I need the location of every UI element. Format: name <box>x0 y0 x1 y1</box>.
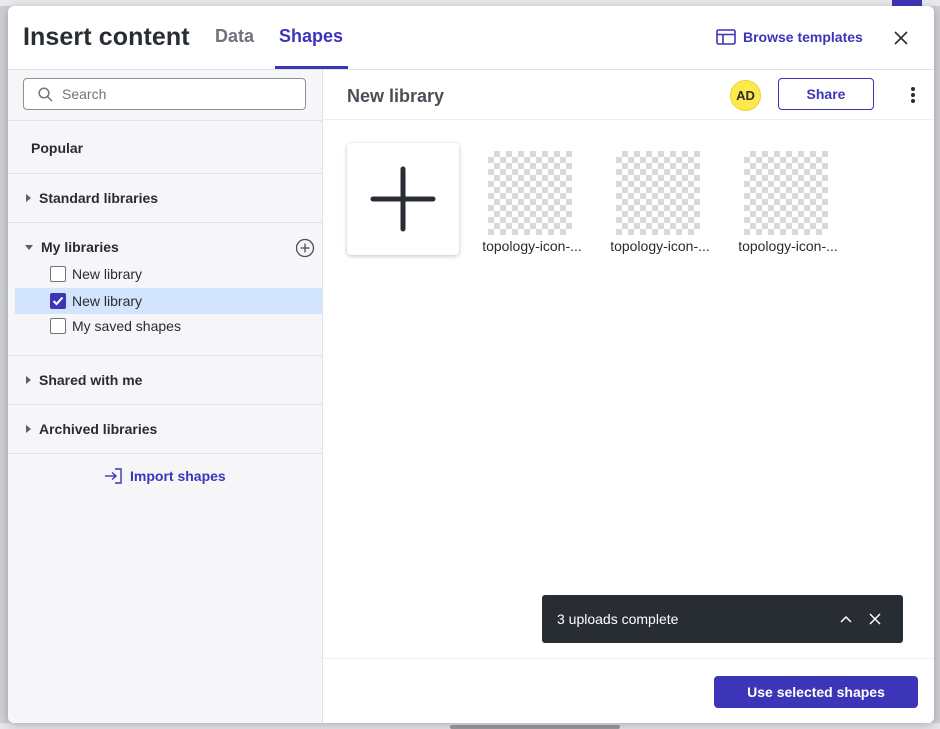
divider <box>8 453 323 454</box>
template-icon <box>716 29 736 45</box>
use-selected-shapes-button[interactable]: Use selected shapes <box>714 676 918 708</box>
library-item-my-saved-shapes[interactable]: My saved shapes <box>15 313 322 339</box>
shape-label: topology-icon-... <box>738 238 838 254</box>
divider <box>8 222 323 223</box>
section-shared-with-me-label: Shared with me <box>39 372 143 388</box>
more-dots-icon <box>911 87 915 91</box>
toast-close-button[interactable] <box>866 610 884 628</box>
close-icon <box>894 31 908 45</box>
library-item-label: My saved shapes <box>72 318 181 334</box>
section-archived-libraries-label: Archived libraries <box>39 421 158 437</box>
library-item-label: New library <box>72 293 143 309</box>
tab-shapes[interactable]: Shapes <box>279 26 343 47</box>
divider <box>8 173 323 174</box>
shape-tile[interactable]: topology-icon-... <box>602 151 718 254</box>
section-my-libraries[interactable]: My libraries <box>25 239 119 255</box>
divider <box>8 404 323 405</box>
shape-thumbnail <box>744 151 828 235</box>
dialog-header: Insert content Data Shapes Browse templa… <box>8 6 934 70</box>
more-options-button[interactable] <box>903 84 923 106</box>
add-library-button[interactable] <box>295 238 315 258</box>
library-checkbox[interactable] <box>50 266 66 282</box>
import-shapes-link[interactable]: Import shapes <box>104 468 226 484</box>
checkmark-icon <box>52 296 64 306</box>
import-icon <box>105 468 122 484</box>
section-shared-with-me[interactable]: Shared with me <box>26 372 142 388</box>
toast-message: 3 uploads complete <box>557 611 679 627</box>
dialog-footer: Use selected shapes <box>323 658 934 723</box>
share-button[interactable]: Share <box>778 78 874 110</box>
background-scrollbar <box>450 725 620 729</box>
shape-label: topology-icon-... <box>482 238 582 254</box>
insert-content-dialog: Insert content Data Shapes Browse templa… <box>8 6 934 723</box>
library-checkbox[interactable] <box>50 318 66 334</box>
library-sidebar: Popular Standard libraries My libraries … <box>8 70 323 723</box>
divider <box>8 120 323 121</box>
library-item-new-library-2[interactable]: New library <box>15 288 322 314</box>
upload-toast: 3 uploads complete <box>542 595 903 643</box>
close-icon <box>869 613 881 625</box>
avatar[interactable]: AD <box>730 80 761 111</box>
divider <box>8 355 323 356</box>
search-input[interactable] <box>62 86 282 102</box>
caret-right-icon <box>26 425 31 433</box>
chevron-up-icon <box>840 615 852 623</box>
browse-templates-label: Browse templates <box>743 29 863 45</box>
shape-tile[interactable]: topology-icon-... <box>474 151 590 254</box>
toast-collapse-button[interactable] <box>837 610 855 628</box>
section-standard-libraries-label: Standard libraries <box>39 190 159 206</box>
library-title: New library <box>347 86 445 106</box>
library-item-new-library-1[interactable]: New library <box>15 261 322 287</box>
section-popular[interactable]: Popular <box>31 140 83 156</box>
shape-thumbnail <box>616 151 700 235</box>
dialog-title: Insert content <box>23 23 190 51</box>
search-box[interactable] <box>23 78 306 110</box>
caret-right-icon <box>26 376 31 384</box>
plus-circle-icon <box>295 238 315 258</box>
section-popular-label: Popular <box>31 140 84 156</box>
search-icon <box>38 86 53 102</box>
close-dialog-button[interactable] <box>890 27 912 49</box>
add-shape-button[interactable] <box>347 143 459 255</box>
section-standard-libraries[interactable]: Standard libraries <box>26 190 158 206</box>
active-tab-indicator <box>275 66 348 69</box>
section-archived-libraries[interactable]: Archived libraries <box>26 421 157 437</box>
browse-templates-link[interactable]: Browse templates <box>716 26 863 48</box>
library-item-label: New library <box>72 266 143 282</box>
plus-icon <box>370 166 436 232</box>
shape-tile[interactable]: topology-icon-... <box>730 151 846 254</box>
shape-thumbnail <box>488 151 572 235</box>
section-my-libraries-label: My libraries <box>41 239 119 255</box>
tab-data[interactable]: Data <box>215 26 254 47</box>
library-checkbox[interactable] <box>50 293 66 309</box>
caret-right-icon <box>26 194 31 202</box>
library-header: New library AD Share <box>323 70 934 120</box>
import-shapes-label: Import shapes <box>130 468 226 484</box>
caret-down-icon <box>25 244 33 250</box>
shape-label: topology-icon-... <box>610 238 710 254</box>
